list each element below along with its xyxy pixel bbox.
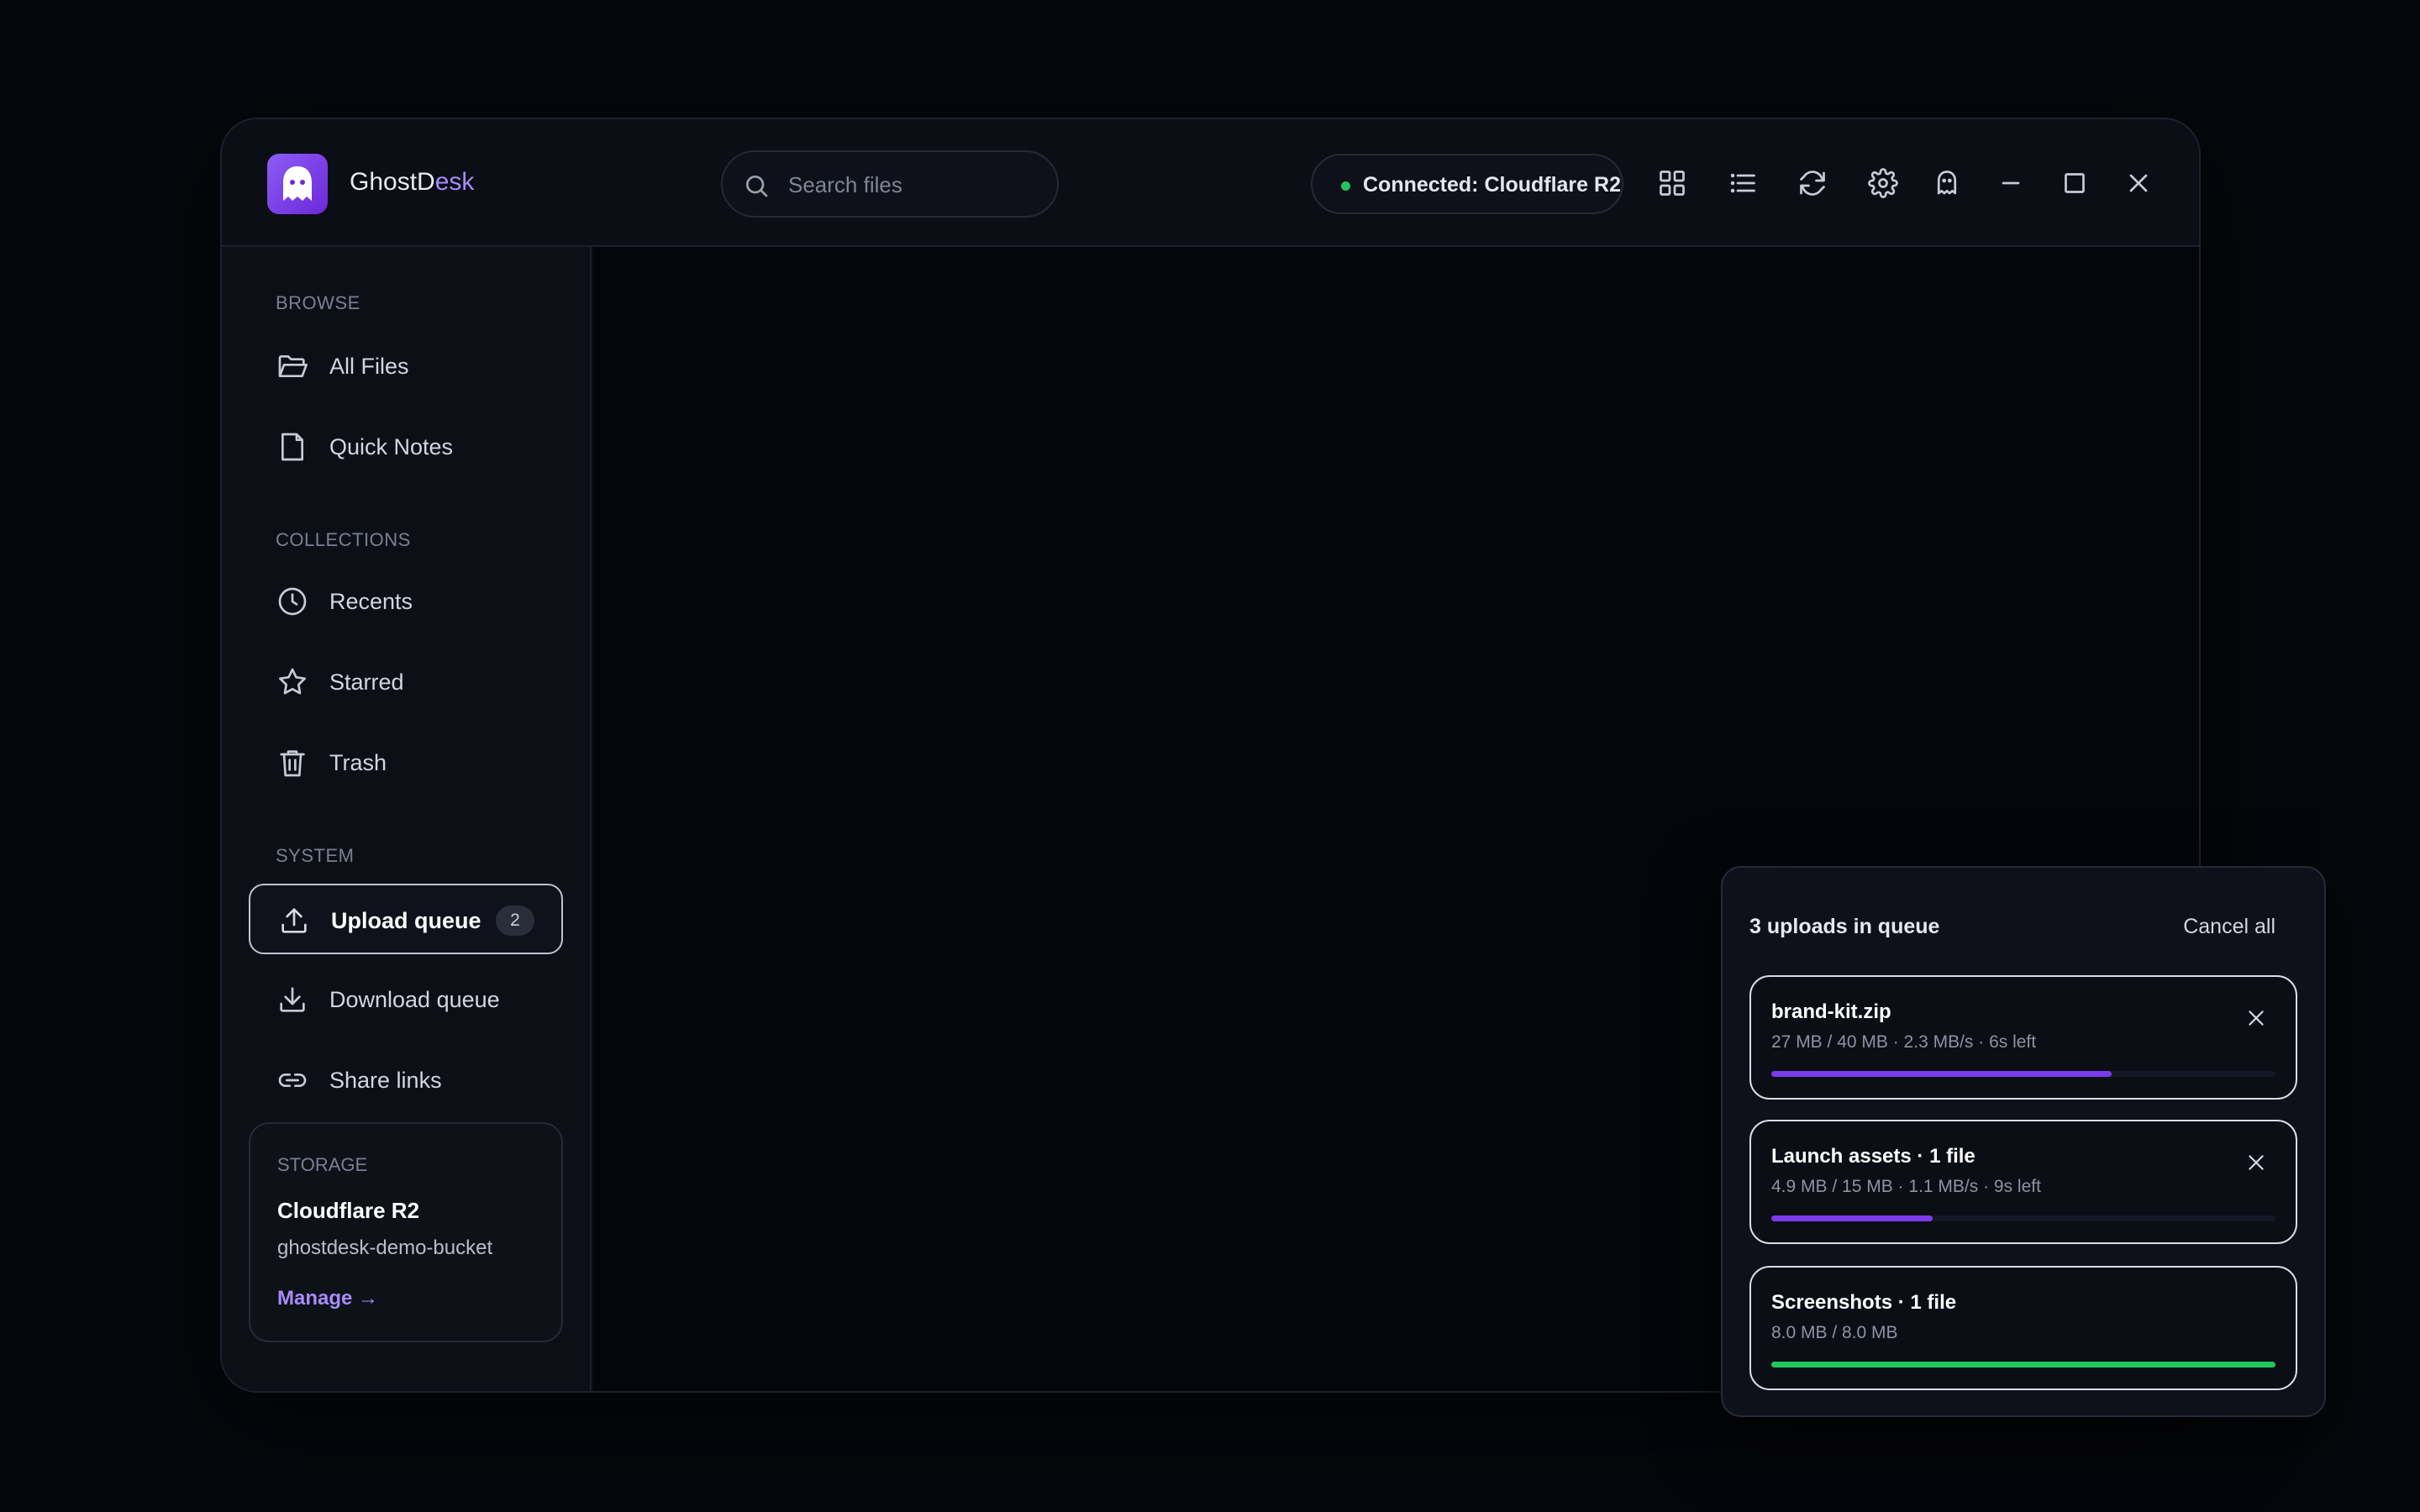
sidebar-item-upload-queue[interactable]: Upload queue 2: [249, 884, 563, 954]
progress-track: [1771, 1215, 2275, 1221]
upload-icon: [281, 908, 307, 933]
titlebar: GhostDesk Connected: Cloudflare R2: [222, 119, 2199, 247]
manage-storage-link[interactable]: Manage →: [277, 1287, 378, 1310]
refresh-icon: [1800, 171, 1825, 196]
queue-item: Screenshots · 1 file 8.0 MB / 8.0 MB: [1749, 1266, 2297, 1390]
app-name-suffix: esk: [434, 168, 475, 196]
maximize-button[interactable]: [2044, 153, 2105, 213]
search-input[interactable]: [788, 169, 1040, 201]
storage-provider: Cloudflare R2: [277, 1198, 420, 1223]
queue-item: Launch assets · 1 file 4.9 MB / 15 MB · …: [1749, 1120, 2297, 1244]
queue-item-meta: 4.9 MB / 15 MB · 1.1 MB/s · 9s left: [1771, 1177, 2041, 1196]
sidebar-item-quick-notes[interactable]: Quick Notes: [249, 412, 563, 482]
cancel-upload-icon[interactable]: [2245, 1152, 2267, 1173]
sidebar-item-starred[interactable]: Starred: [249, 647, 563, 717]
sidebar-item-trash[interactable]: Trash: [249, 727, 563, 798]
progress-track: [1771, 1071, 2275, 1077]
count-badge: 2: [496, 906, 534, 936]
list-view-button[interactable]: [1712, 153, 1773, 213]
queue-item-name: brand-kit.zip: [1771, 1000, 1891, 1023]
section-label-system: SYSTEM: [276, 845, 355, 866]
link-icon: [278, 1074, 307, 1087]
queue-item-name: Screenshots · 1 file: [1771, 1291, 1957, 1314]
grid-view-button[interactable]: [1642, 153, 1702, 213]
maximize-icon: [2065, 173, 2085, 193]
clock-icon: [278, 587, 307, 616]
close-window-button[interactable]: [2108, 153, 2169, 213]
minimize-icon: [2002, 181, 2020, 185]
ghost-logo-icon: [283, 166, 312, 201]
sidebar-item-label: Share links: [329, 1068, 442, 1093]
progress-fill: [1771, 1362, 2275, 1368]
upload-queue-panel: 3 uploads in queue Cancel all brand-kit.…: [1721, 866, 2326, 1417]
close-icon: [2129, 174, 2148, 192]
queue-item-name: Launch assets · 1 file: [1771, 1145, 1975, 1168]
grid-view-icon: [1660, 171, 1685, 196]
sidebar-item-download-queue[interactable]: Download queue: [249, 964, 563, 1035]
queue-item-meta: 27 MB / 40 MB · 2.3 MB/s · 6s left: [1771, 1032, 2037, 1052]
section-label-browse: BROWSE: [276, 292, 360, 313]
progress-fill: [1771, 1215, 1933, 1221]
queue-item: brand-kit.zip 27 MB / 40 MB · 2.3 MB/s ·…: [1749, 975, 2297, 1100]
sidebar: BROWSE All Files Quick Notes COLLECTIONS…: [222, 247, 592, 1391]
sidebar-item-label: Upload queue: [331, 908, 481, 933]
storage-bucket: ghostdesk-demo-bucket: [277, 1236, 493, 1259]
settings-button[interactable]: [1853, 153, 1913, 213]
queue-item-meta: 8.0 MB / 8.0 MB: [1771, 1323, 1898, 1342]
settings-icon: [1868, 168, 1898, 198]
sidebar-item-share-links[interactable]: Share links: [249, 1045, 563, 1116]
search-icon: [746, 176, 768, 197]
sidebar-item-label: Starred: [329, 669, 404, 695]
app-name-prefix: GhostD: [350, 168, 435, 196]
cancel-upload-icon[interactable]: [2245, 1007, 2267, 1029]
list-view-icon: [1730, 173, 1755, 193]
cancel-all-button[interactable]: Cancel all: [2183, 915, 2275, 939]
refresh-button[interactable]: [1782, 153, 1843, 213]
ghost-mode-button[interactable]: [1917, 153, 1977, 213]
sidebar-item-all-files[interactable]: All Files: [249, 331, 563, 402]
ghost-icon: [1937, 171, 1957, 195]
minimize-button[interactable]: [1981, 153, 2041, 213]
app-name: GhostDesk: [350, 168, 474, 197]
sidebar-item-label: Quick Notes: [329, 434, 454, 459]
sidebar-item-recents[interactable]: Recents: [249, 566, 563, 637]
star-icon: [279, 668, 306, 695]
trash-icon: [280, 750, 305, 777]
note-icon: [281, 433, 303, 461]
sidebar-item-label: Recents: [329, 589, 413, 614]
storage-label: STORAGE: [277, 1154, 368, 1175]
status-dot: [1341, 181, 1350, 191]
download-icon: [280, 987, 305, 1012]
folder-open-icon: [278, 355, 308, 377]
sidebar-item-label: Download queue: [329, 987, 500, 1012]
progress-fill: [1771, 1071, 2112, 1077]
progress-track: [1771, 1362, 2275, 1368]
sidebar-item-label: All Files: [329, 354, 409, 379]
section-label-collections: COLLECTIONS: [276, 529, 411, 550]
queue-title: 3 uploads in queue: [1749, 915, 1940, 938]
connection-label: Connected: Cloudflare R2: [1363, 173, 1621, 197]
sidebar-item-label: Trash: [329, 750, 387, 775]
app-logo: [267, 154, 328, 214]
storage-card: STORAGE Cloudflare R2 ghostdesk-demo-buc…: [249, 1122, 563, 1342]
connection-status[interactable]: Connected: Cloudflare R2: [1311, 154, 1623, 214]
search-box[interactable]: [721, 150, 1059, 218]
